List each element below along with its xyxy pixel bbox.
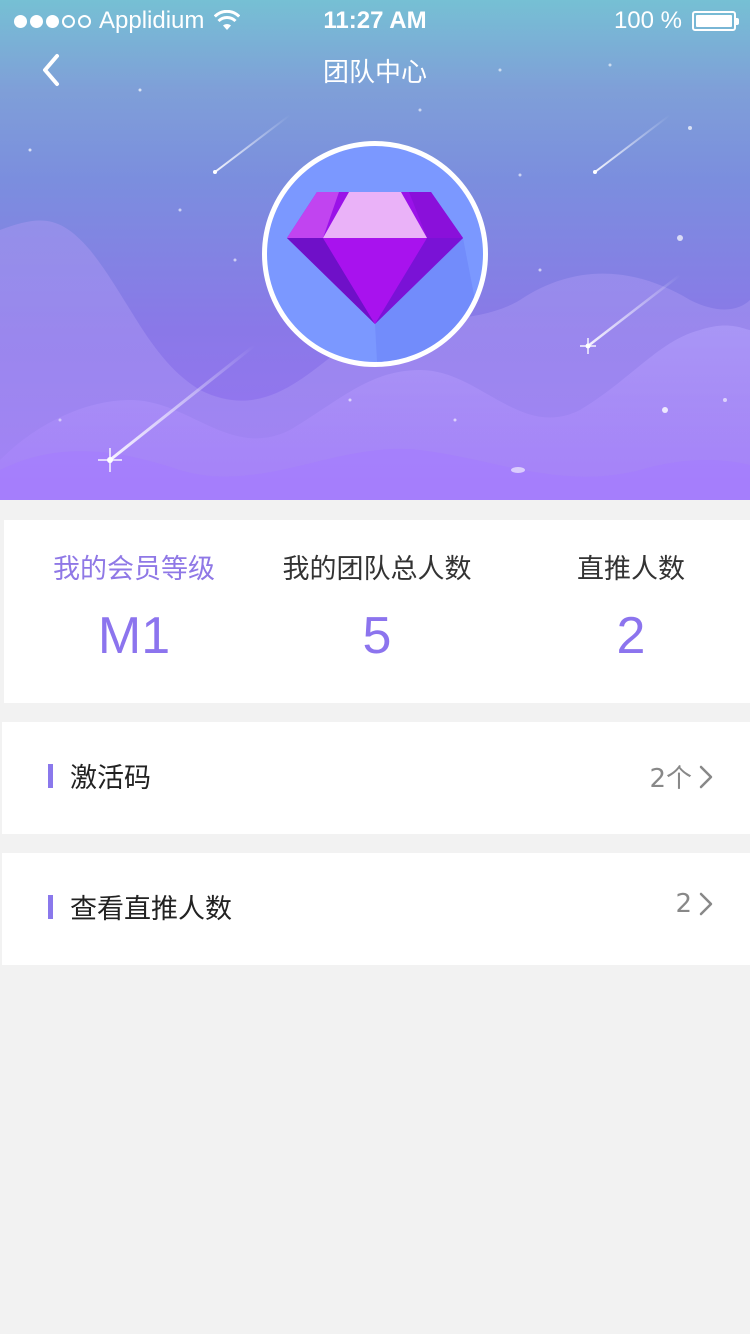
- chevron-right-icon: [699, 892, 713, 916]
- stat-value: M1: [97, 607, 171, 665]
- row-label: 查看直推人数: [70, 894, 232, 925]
- row-value: 2个: [649, 764, 692, 794]
- status-bar: Applidium 11:27 AM 100 %: [0, 0, 750, 40]
- diamond-icon: [287, 192, 483, 362]
- row-accent-bar: [48, 764, 53, 788]
- stat-label: 直推人数: [577, 554, 685, 585]
- status-right: 100 %: [613, 7, 739, 35]
- stat-label: 我的会员等级: [53, 554, 215, 585]
- battery-icon: [692, 11, 739, 31]
- chevron-right-icon: [699, 765, 713, 788]
- row-label: 激活码: [70, 763, 151, 794]
- stat-label: 我的团队总人数: [282, 554, 472, 585]
- row-value-group: 2个: [649, 758, 714, 795]
- stats-card: 我的会员等级 M1 我的团队总人数 5 直推人数 2: [4, 520, 750, 703]
- battery-percent: 100 %: [613, 7, 682, 34]
- activation-code-row[interactable]: 激活码 2个: [2, 722, 750, 834]
- hero-banner: Applidium 11:27 AM 100 % 团队中心: [0, 0, 750, 500]
- stat-value: 5: [362, 607, 392, 665]
- level-badge: [262, 141, 488, 367]
- row-value-group: 2: [675, 889, 714, 919]
- view-direct-referrals-row[interactable]: 查看直推人数 2: [2, 853, 750, 965]
- stat-value: 2: [616, 607, 646, 665]
- navigation-bar: 团队中心: [0, 40, 750, 98]
- row-value: 2: [675, 889, 692, 919]
- row-accent-bar: [48, 895, 53, 919]
- page-title: 团队中心: [322, 58, 427, 88]
